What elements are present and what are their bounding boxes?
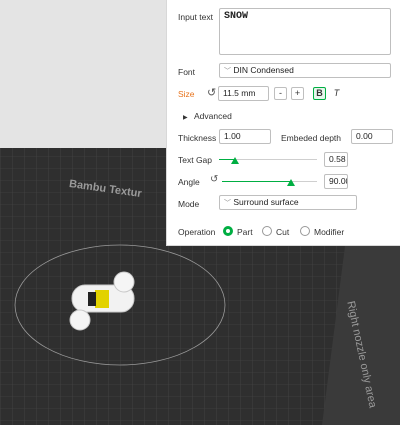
operation-part-label: Part xyxy=(237,227,253,237)
text-tool-panel: Input text SNOW Font ﹀ DIN Condensed Siz… xyxy=(166,0,400,246)
thickness-input[interactable]: 1.00 xyxy=(219,129,271,144)
reset-angle-icon[interactable]: ↺ xyxy=(210,174,218,185)
reset-size-icon[interactable]: ↺ xyxy=(207,86,216,99)
advanced-label: Advanced xyxy=(194,111,232,121)
operation-cut-radio[interactable] xyxy=(262,226,272,236)
angle-slider-thumb[interactable] xyxy=(287,179,295,186)
advanced-expander[interactable]: ▶ Advanced xyxy=(183,111,232,121)
font-select-value: DIN Condensed xyxy=(233,65,294,75)
size-increase-button[interactable]: + xyxy=(291,87,304,100)
thickness-value: 1.00 xyxy=(224,131,241,141)
text-gap-label: Text Gap xyxy=(178,155,213,165)
font-label: Font xyxy=(178,67,196,77)
angle-input[interactable]: 90.00 xyxy=(324,174,348,189)
triangle-right-icon: ▶ xyxy=(183,115,188,121)
embeded-depth-label: Embeded depth xyxy=(281,133,342,143)
size-label: Size xyxy=(178,89,195,99)
text-gap-input[interactable]: 0.58 xyxy=(324,152,348,167)
input-text-value: SNOW xyxy=(224,11,249,22)
angle-slider-fill xyxy=(222,181,291,182)
italic-toggle-button[interactable]: T xyxy=(330,87,343,100)
operation-part-radio[interactable] xyxy=(223,226,233,236)
angle-label: Angle xyxy=(178,177,200,187)
operation-modifier-label: Modifier xyxy=(314,227,345,237)
input-text-field[interactable]: SNOW xyxy=(219,8,391,55)
size-decrease-button[interactable]: - xyxy=(274,87,287,100)
operation-cut-label: Cut xyxy=(276,227,290,237)
thickness-label: Thickness xyxy=(178,133,217,143)
size-input-value: 11.5 mm xyxy=(223,88,256,98)
mode-select-value: Surround surface xyxy=(233,197,299,207)
mode-label: Mode xyxy=(178,199,200,209)
chevron-down-icon: ﹀ xyxy=(224,200,231,207)
bold-toggle-button[interactable]: B xyxy=(313,87,326,100)
chevron-down-icon: ﹀ xyxy=(224,68,231,75)
angle-value: 90.00 xyxy=(329,176,347,186)
text-gap-value: 0.58 xyxy=(329,154,346,164)
font-select[interactable]: ﹀ DIN Condensed xyxy=(219,63,391,78)
size-input[interactable]: 11.5 mm xyxy=(218,86,269,101)
operation-label: Operation xyxy=(178,227,216,237)
embeded-depth-input[interactable]: 0.00 xyxy=(351,129,393,144)
text-gap-slider-thumb[interactable] xyxy=(231,157,239,164)
operation-modifier-radio[interactable] xyxy=(300,226,310,236)
embeded-depth-value: 0.00 xyxy=(356,131,373,141)
mode-select[interactable]: ﹀ Surround surface xyxy=(219,195,357,210)
input-text-label: Input text xyxy=(178,12,213,22)
